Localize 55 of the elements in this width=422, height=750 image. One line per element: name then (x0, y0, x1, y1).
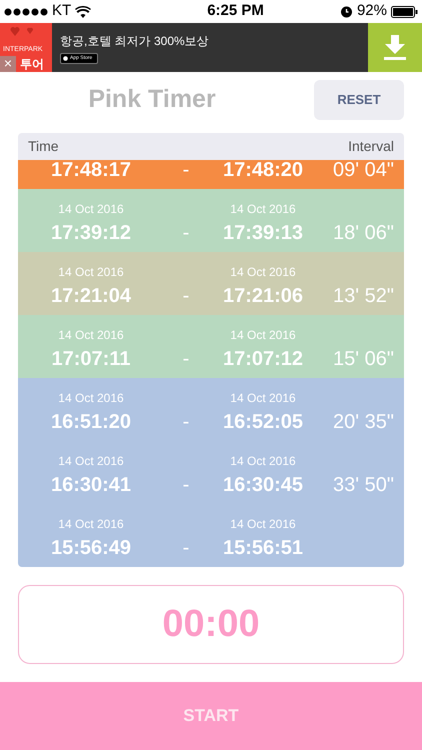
date-text: 14 Oct 2016 (58, 455, 124, 467)
clock-time: 6:25 PM (206, 1, 264, 22)
separator-dash: - (182, 475, 190, 495)
date-text: 14 Oct 2016 (230, 392, 296, 404)
interval-value: 18' 06" (333, 223, 394, 243)
separator-dash: - (182, 160, 190, 180)
date-text: 14 Oct 2016 (58, 392, 124, 404)
signal-icon (4, 8, 48, 16)
end-time: 16:52:05 (222, 412, 304, 432)
end-time: 17:39:13 (222, 223, 304, 243)
start-time: 17:48:17 (50, 160, 132, 180)
logo-text: 투어 (19, 58, 44, 70)
ad-headline: 항공,호텔 최저가 300%보상 (60, 32, 210, 50)
start-time: 16:51:20 (50, 412, 132, 432)
column-header: Time (28, 137, 59, 156)
start-time: 17:07:11 (52, 349, 130, 369)
download-button[interactable] (368, 23, 422, 72)
end-time: 16:30:45 (222, 475, 304, 495)
interval-value: 20' 35" (333, 412, 394, 432)
end-time: 17:21:06 (222, 286, 304, 306)
app-title: Pink Timer (88, 84, 216, 116)
start-time: 17:21:04 (50, 286, 132, 306)
interval-value: 15' 06" (333, 349, 394, 369)
wifi-icon (75, 6, 92, 18)
separator-dash: - (182, 538, 190, 558)
download-icon (384, 35, 406, 60)
carrier-name: KT (52, 1, 72, 22)
separator-dash: - (182, 412, 190, 432)
start-time: 17:39:12 (50, 223, 132, 243)
end-time: 17:07:12 (222, 349, 304, 369)
reset-button[interactable]: RESET (314, 80, 404, 120)
interval-value: 13' 52" (333, 286, 394, 306)
end-time: 15:56:51 (222, 538, 304, 558)
date-text: 14 Oct 2016 (58, 329, 124, 341)
battery-icon (391, 6, 418, 18)
date-text: 14 Oct 2016 (230, 203, 296, 215)
date-text: 14 Oct 2016 (230, 266, 296, 278)
date-text: 14 Oct 2016 (58, 203, 124, 215)
timer-value: 00:00 (162, 602, 260, 647)
interval-value: 33' 50" (333, 475, 394, 495)
date-text: 14 Oct 2016 (58, 518, 124, 530)
column-header: Interval (348, 137, 394, 156)
date-text: 14 Oct 2016 (230, 455, 296, 467)
start-time: 16:30:41 (50, 475, 132, 495)
date-text: 14 Oct 2016 (58, 266, 124, 278)
separator-dash: - (182, 223, 190, 243)
date-text: 14 Oct 2016 (230, 518, 296, 530)
start-time: 15:56:49 (50, 538, 132, 558)
end-time: 17:48:20 (222, 160, 304, 180)
close-button[interactable]: × (0, 56, 16, 72)
date-text: 14 Oct 2016 (230, 329, 296, 341)
separator-dash: - (182, 349, 190, 369)
separator-dash: - (182, 286, 190, 306)
battery-percent: 92% (356, 1, 387, 22)
interval-value: 09' 04" (333, 160, 394, 180)
